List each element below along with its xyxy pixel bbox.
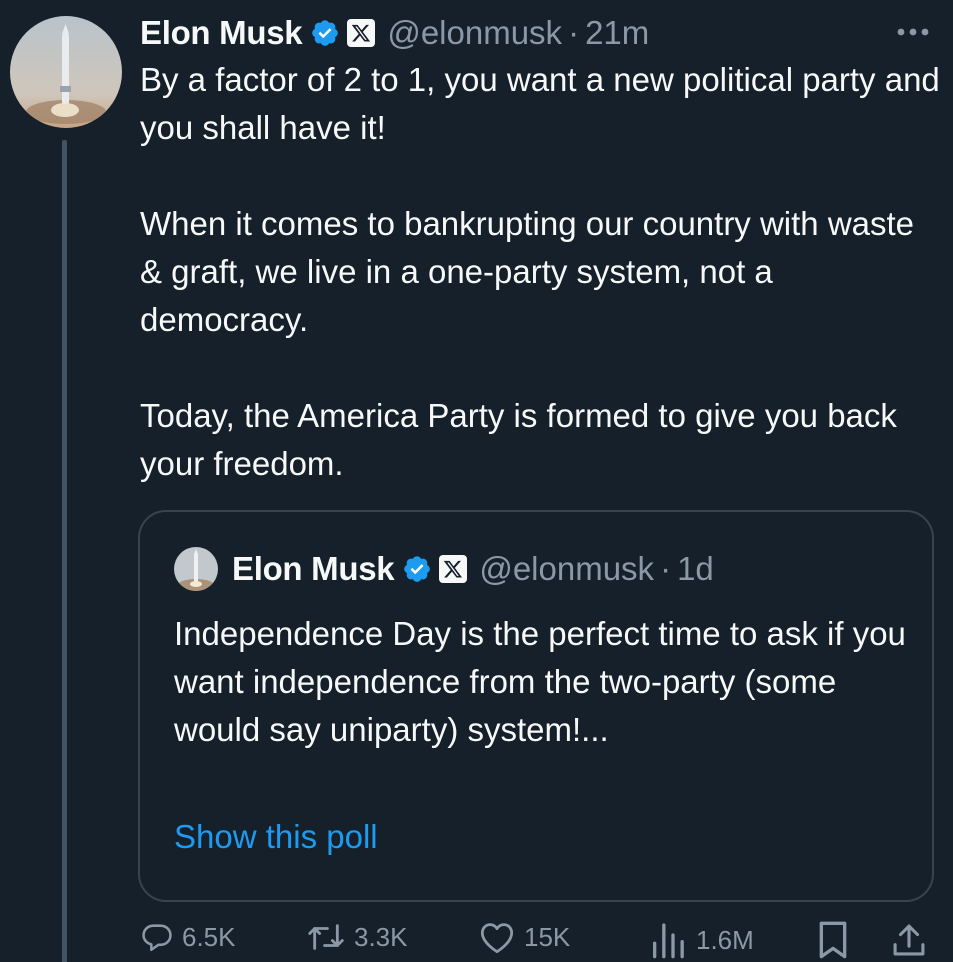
quoted-tweet-card[interactable]: Elon Musk @elonmusk · 1d Independence Da… [138, 510, 934, 902]
repost-count: 3.3K [354, 921, 408, 952]
reply-count: 6.5K [182, 921, 236, 952]
tweet-paragraph: By a factor of 2 to 1, you want a new po… [140, 61, 940, 146]
tweet-paragraph: Today, the America Party is formed to gi… [140, 397, 897, 482]
share-icon [893, 924, 925, 956]
x-logo-icon [439, 555, 468, 583]
views-icon [653, 923, 684, 959]
x-logo-icon [347, 19, 376, 47]
views-count: 1.6M [696, 924, 754, 955]
quoted-author-avatar [174, 547, 218, 591]
quoted-tweet-header: Elon Musk @elonmusk · 1d [174, 546, 714, 592]
author-name[interactable]: Elon Musk [140, 14, 303, 52]
quoted-author-handle[interactable]: @elonmusk [479, 550, 654, 588]
reply-icon [142, 924, 172, 952]
share-button[interactable] [892, 920, 934, 960]
tweet-paragraph: When it comes to bankrupting our country… [140, 205, 915, 338]
avatar-image [10, 16, 122, 128]
author-handle[interactable]: @elonmusk [387, 14, 562, 52]
author-avatar[interactable] [10, 16, 122, 128]
views-button[interactable]: 1.6M [648, 920, 754, 960]
show-poll-link[interactable]: Show this poll [174, 818, 378, 856]
bookmark-icon [819, 921, 847, 959]
bookmark-button[interactable] [816, 920, 858, 960]
action-bar: 6.5K 3.3K 15K 1.6M [140, 920, 940, 962]
verified-icon [402, 554, 432, 584]
like-button[interactable]: 15K [478, 920, 570, 954]
more-icon[interactable] [893, 22, 933, 42]
like-count: 15K [524, 921, 571, 952]
quoted-tweet-timestamp[interactable]: 1d [677, 550, 714, 588]
tweet-body: By a factor of 2 to 1, you want a new po… [140, 56, 940, 488]
tweet-timestamp[interactable]: 21m [585, 14, 649, 52]
repost-button[interactable]: 3.3K [306, 920, 408, 954]
separator-dot: · [568, 14, 580, 51]
reply-button[interactable]: 6.5K [140, 920, 236, 954]
repost-icon [308, 924, 344, 950]
verified-icon [310, 18, 340, 48]
thread-connector-line [62, 140, 67, 962]
like-icon [480, 923, 514, 954]
quoted-tweet-body: Independence Day is the perfect time to … [174, 615, 906, 748]
separator-dot: · [660, 550, 672, 587]
quoted-author-name[interactable]: Elon Musk [232, 550, 395, 588]
tweet-header: Elon Musk @elonmusk · 21m [140, 10, 649, 56]
